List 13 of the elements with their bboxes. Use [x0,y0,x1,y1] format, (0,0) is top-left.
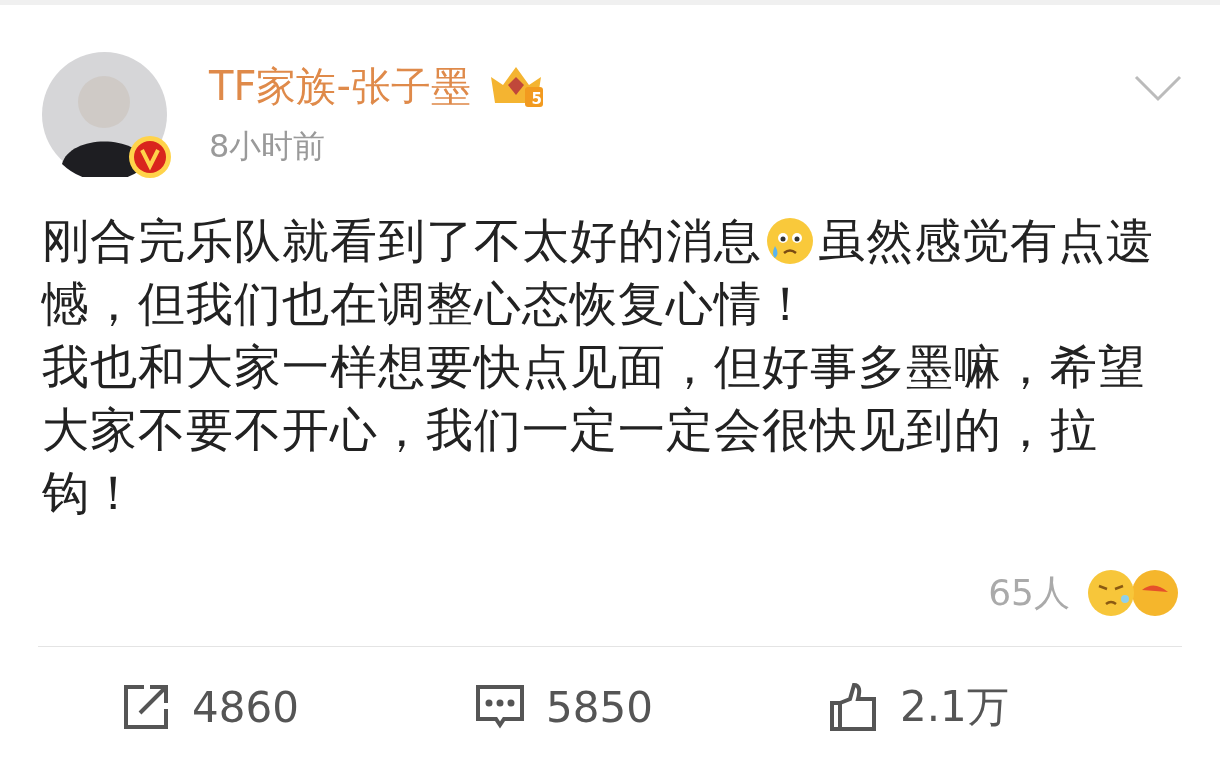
post-text: 刚合完乐队就看到了不太好的消息 [42,212,762,270]
sad-face-emoji-icon [765,215,815,266]
post-text: 憾，但我们也在调整心态恢复心情！ [42,275,810,333]
share-button[interactable]: 4860 [120,679,474,735]
like-button[interactable]: 2.1万 [828,679,1182,735]
post-text: 虽然感觉有点遗 [818,212,1154,270]
post-time: 8小时前 [209,126,327,166]
comment-button[interactable]: 5850 [474,679,828,735]
post-text: 大家不要不开心，我们一定一定会很快见到的，拉 [42,401,1098,459]
level-number: 5 [531,90,542,108]
post-text: 我也和大家一样想要快点见面，但好事多墨嘛，希望 [42,338,1146,396]
post-text: 钩！ [42,464,138,522]
avatar[interactable] [42,52,167,177]
